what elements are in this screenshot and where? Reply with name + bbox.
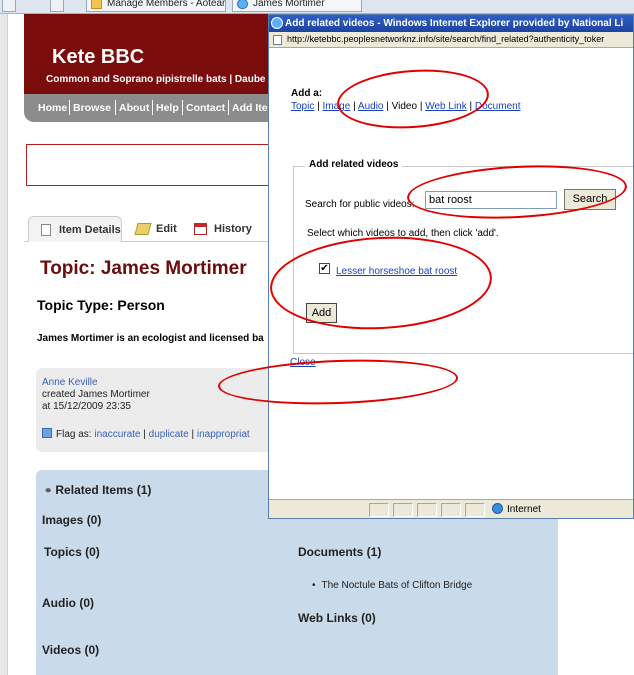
browser-tab-strip: Manage Members - Aotearoa... James Morti… <box>0 0 634 14</box>
nav-item-home[interactable]: Home <box>38 102 67 114</box>
tab-scroll-button[interactable] <box>50 0 64 12</box>
add-a-label: Add a: <box>291 88 323 99</box>
site-subtitle: Common and Soprano pipistrelle bats | Da… <box>46 74 266 85</box>
related-document-item[interactable]: The Noctule Bats of Clifton Bridge <box>312 580 473 591</box>
nav-divider <box>228 100 229 115</box>
status-segment <box>417 503 437 517</box>
security-zone-label: Internet <box>507 504 541 515</box>
popup-titlebar[interactable]: Add related videos - Windows Internet Ex… <box>269 15 633 32</box>
nav-divider <box>115 100 116 115</box>
related-items-heading: ⚭ Related Items (1) <box>44 483 151 497</box>
tab-item-details[interactable]: Item Details <box>28 216 122 242</box>
document-icon <box>41 224 51 236</box>
edit-icon <box>134 223 152 235</box>
site-search-box[interactable] <box>26 144 286 186</box>
related-heading-label: Related Items (1) <box>55 483 152 497</box>
author-link[interactable]: Anne Keville <box>42 377 98 388</box>
popup-status-bar: Internet <box>269 499 633 518</box>
related-images: Images (0) <box>42 513 102 527</box>
left-gutter <box>0 14 8 675</box>
browser-tab[interactable]: Manage Members - Aotearoa... <box>86 0 226 12</box>
calendar-icon <box>194 223 207 235</box>
nav-divider <box>69 100 70 115</box>
tab-label: History <box>214 223 252 235</box>
nav-item-add-item[interactable]: Add Ite <box>232 102 268 114</box>
ie-icon <box>237 0 248 9</box>
status-segment <box>465 503 485 517</box>
item-tabs: Item Details Edit History <box>24 212 284 242</box>
topic-type: Topic Type: Person <box>37 297 165 313</box>
topic-description: James Mortimer is an ecologist and licen… <box>37 333 264 344</box>
flag-inappropriate-link[interactable]: inappropriat <box>197 429 250 440</box>
ie-icon <box>271 17 283 29</box>
tab-history[interactable]: History <box>192 216 252 242</box>
type-topic-link[interactable]: Topic <box>291 101 314 112</box>
folder-icon <box>91 0 102 9</box>
browser-tab[interactable]: James Mortimer <box>232 0 362 12</box>
main-nav: Home Browse About Help Contact Add Ite <box>24 94 284 122</box>
related-videos: Videos (0) <box>42 643 100 657</box>
created-date: at 15/12/2009 23:35 <box>42 401 131 412</box>
flag-duplicate-link[interactable]: duplicate <box>149 429 189 440</box>
search-label: Search for public videos: <box>305 199 415 210</box>
tab-label: Edit <box>156 223 177 235</box>
nav-item-help[interactable]: Help <box>156 102 179 114</box>
site-title[interactable]: Kete BBC <box>52 46 144 69</box>
fieldset-legend: Add related videos <box>305 159 403 170</box>
nav-item-about[interactable]: About <box>119 102 149 114</box>
tab-edit[interactable]: Edit <box>134 216 177 242</box>
globe-icon <box>492 503 503 514</box>
page-title: Topic: James Mortimer <box>40 258 247 279</box>
nav-item-browse[interactable]: Browse <box>73 102 111 114</box>
nav-item-contact[interactable]: Contact <box>186 102 225 114</box>
created-text: created James Mortimer <box>42 389 150 400</box>
related-topics: Topics (0) <box>44 545 100 559</box>
link-icon: ⚭ <box>44 486 53 497</box>
popup-title: Add related videos - Windows Internet Ex… <box>285 18 624 29</box>
popup-url: http://ketebbc.peoplesnetworknz.info/sit… <box>287 34 605 44</box>
tab-scroll-button[interactable] <box>2 0 16 12</box>
security-zone: Internet <box>492 503 541 515</box>
flag-inaccurate-link[interactable]: inaccurate <box>94 429 140 440</box>
tab-label: Item Details <box>59 224 121 236</box>
flag-icon <box>42 428 52 438</box>
related-documents: Documents (1) <box>298 545 382 559</box>
related-audio: Audio (0) <box>42 596 94 610</box>
popup-address-bar[interactable]: http://ketebbc.peoplesnetworknz.info/sit… <box>269 32 633 48</box>
flag-label: Flag as: <box>56 429 92 440</box>
page-icon <box>273 35 282 45</box>
related-web-links: Web Links (0) <box>298 611 376 625</box>
status-segment <box>441 503 461 517</box>
status-segment <box>369 503 389 517</box>
status-segment <box>393 503 413 517</box>
browser-tab-label: James Mortimer <box>253 0 325 9</box>
nav-divider <box>182 100 183 115</box>
nav-divider <box>152 100 153 115</box>
browser-tab-label: Manage Members - Aotearoa... <box>107 0 226 9</box>
flag-row: Flag as: inaccurate | duplicate | inappr… <box>42 428 250 440</box>
site-header: Kete BBC Common and Soprano pipistrelle … <box>24 14 284 94</box>
